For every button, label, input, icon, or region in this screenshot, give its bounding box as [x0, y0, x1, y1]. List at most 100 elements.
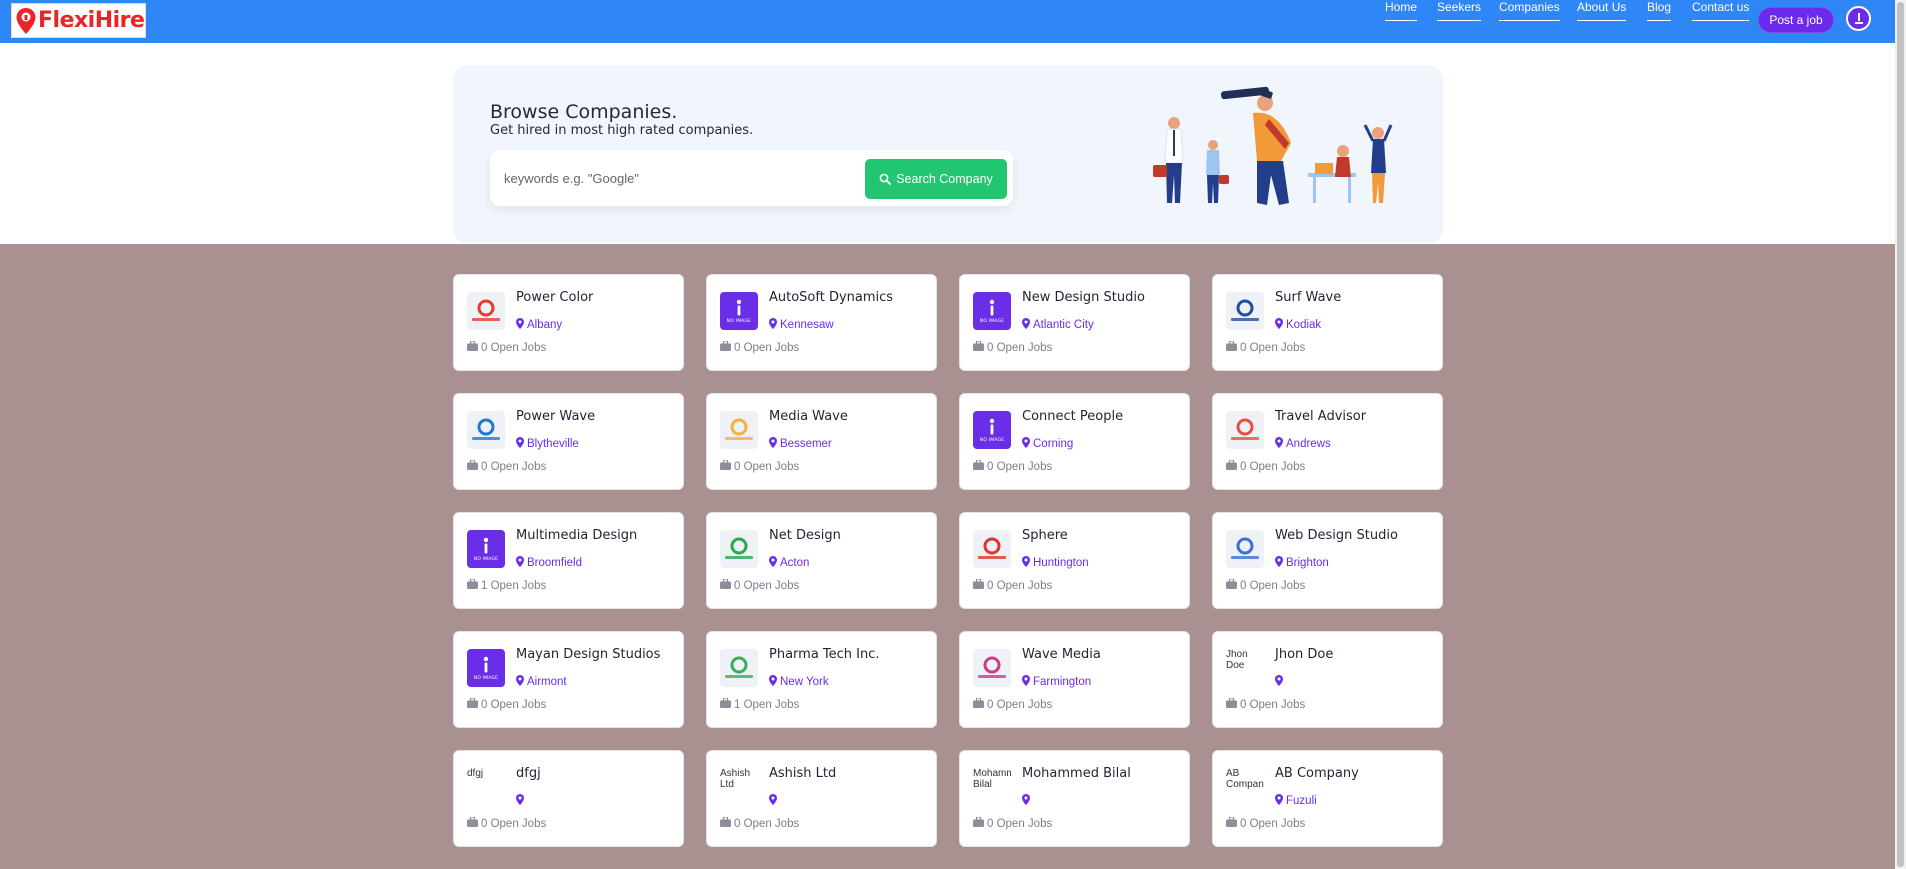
company-card[interactable]: Jhon Doe Jhon Doe 0 Open Jobs — [1212, 631, 1443, 728]
company-location: Acton — [769, 556, 809, 570]
nav-about-us[interactable]: About Us — [1577, 0, 1627, 21]
company-name[interactable]: Sphere — [1022, 528, 1068, 543]
user-icon — [1854, 12, 1863, 24]
open-jobs-count: 0 Open Jobs — [467, 816, 546, 830]
company-logo-icon — [720, 411, 758, 449]
company-name[interactable]: Power Wave — [516, 409, 595, 424]
post-a-job-button[interactable]: Post a job — [1758, 7, 1834, 33]
company-card[interactable]: NO IMAGE Mayan Design Studios Airmont 0 Ope… — [453, 631, 684, 728]
open-jobs-text: 0 Open Jobs — [734, 460, 800, 473]
company-name[interactable]: New Design Studio — [1022, 290, 1145, 305]
open-jobs-count: 0 Open Jobs — [973, 459, 1052, 473]
company-card[interactable]: dfgj dfgj 0 Open Jobs — [453, 750, 684, 847]
company-location: Kennesaw — [769, 318, 834, 332]
company-name[interactable]: Mayan Design Studios — [516, 647, 660, 662]
company-name[interactable]: Multimedia Design — [516, 528, 637, 543]
company-location-text: Brighton — [1286, 557, 1329, 569]
search-icon — [879, 173, 892, 185]
open-jobs-text: 0 Open Jobs — [481, 341, 547, 354]
open-jobs-count: 0 Open Jobs — [973, 697, 1052, 711]
company-card[interactable]: NO IMAGE Multimedia Design Broomfield 1 Ope… — [453, 512, 684, 609]
company-card[interactable]: Web Design Studio Brighton 0 Open Jobs — [1212, 512, 1443, 609]
company-card[interactable]: Power Wave Blytheville 0 Open Jobs — [453, 393, 684, 490]
briefcase-icon — [1226, 816, 1237, 830]
user-menu-button[interactable] — [1846, 6, 1871, 31]
company-name[interactable]: Power Color — [516, 290, 593, 305]
company-logo-alt-text: AB Company — [1226, 768, 1264, 790]
company-card[interactable]: Mohammed Bilal Mohammed Bilal 0 Open Jobs — [959, 750, 1190, 847]
briefcase-icon — [467, 697, 478, 711]
people-with-telescope-illustration — [1153, 86, 1393, 205]
nav-blog[interactable]: Blog — [1647, 0, 1672, 21]
company-search-input[interactable] — [504, 164, 844, 192]
company-location: Atlantic City — [1022, 318, 1094, 332]
map-marker-icon — [516, 675, 524, 689]
company-logo-icon — [720, 649, 758, 687]
briefcase-icon — [720, 697, 731, 711]
page-scrollbar-thumb[interactable] — [1897, 2, 1904, 867]
company-name[interactable]: Wave Media — [1022, 647, 1101, 662]
company-card[interactable]: Sphere Huntington 0 Open Jobs — [959, 512, 1190, 609]
map-marker-icon — [769, 318, 777, 332]
company-logo-icon — [973, 530, 1011, 568]
company-name[interactable]: Surf Wave — [1275, 290, 1341, 305]
company-location — [516, 794, 527, 808]
company-name[interactable]: Mohammed Bilal — [1022, 766, 1131, 781]
no-image-placeholder-icon: NO IMAGE — [720, 292, 758, 330]
open-jobs-text: 0 Open Jobs — [987, 817, 1053, 830]
map-marker-icon — [1275, 556, 1283, 570]
company-location — [1275, 675, 1286, 689]
broken-image-icon: AB Company — [1226, 768, 1264, 806]
company-card[interactable]: NO IMAGE New Design Studio Atlantic City 0 … — [959, 274, 1190, 371]
company-name[interactable]: Jhon Doe — [1275, 647, 1333, 662]
company-name[interactable]: Media Wave — [769, 409, 848, 424]
page-title: Browse Companies. — [490, 101, 678, 123]
company-card[interactable]: Media Wave Bessemer 0 Open Jobs — [706, 393, 937, 490]
company-name[interactable]: Net Design — [769, 528, 841, 543]
search-company-button[interactable]: Search Company — [865, 159, 1007, 199]
company-card[interactable]: Surf Wave Kodiak 0 Open Jobs — [1212, 274, 1443, 371]
company-card[interactable]: Travel Advisor Andrews 0 Open Jobs — [1212, 393, 1443, 490]
open-jobs-text: 0 Open Jobs — [1240, 460, 1306, 473]
briefcase-icon — [973, 816, 984, 830]
company-name[interactable]: Connect People — [1022, 409, 1123, 424]
company-location-text: Atlantic City — [1033, 319, 1094, 331]
company-card[interactable]: Net Design Acton 0 Open Jobs — [706, 512, 937, 609]
map-marker-icon — [1275, 794, 1283, 808]
map-marker-icon — [769, 556, 777, 570]
company-card[interactable]: Pharma Tech Inc. New York 1 Open Jobs — [706, 631, 937, 728]
open-jobs-text: 0 Open Jobs — [1240, 341, 1306, 354]
briefcase-icon — [720, 340, 731, 354]
company-location-text: Bessemer — [780, 438, 832, 450]
nav-home[interactable]: Home — [1385, 0, 1418, 21]
company-card[interactable]: NO IMAGE Connect People Corning 0 Open Jobs — [959, 393, 1190, 490]
nav-seekers[interactable]: Seekers — [1437, 0, 1482, 21]
company-name[interactable]: Travel Advisor — [1275, 409, 1366, 424]
company-name[interactable]: AB Company — [1275, 766, 1359, 781]
open-jobs-text: 0 Open Jobs — [734, 817, 800, 830]
nav-contact-us[interactable]: Contact us — [1692, 0, 1750, 21]
open-jobs-count: 0 Open Jobs — [720, 578, 799, 592]
company-name[interactable]: AutoSoft Dynamics — [769, 290, 893, 305]
company-location: New York — [769, 675, 829, 689]
company-name[interactable]: dfgj — [516, 766, 541, 781]
company-logo-alt-text: Ashish Ltd — [720, 768, 751, 790]
company-name[interactable]: Web Design Studio — [1275, 528, 1398, 543]
company-location-text: Airmont — [527, 676, 567, 688]
top-navbar: FlexiHire Home Seekers Companies About U… — [0, 0, 1895, 43]
map-marker-icon — [1275, 437, 1283, 451]
nav-companies[interactable]: Companies — [1499, 0, 1560, 21]
company-card[interactable]: Power Color Albany 0 Open Jobs — [453, 274, 684, 371]
no-image-placeholder-icon: NO IMAGE — [973, 411, 1011, 449]
map-marker-icon — [516, 437, 524, 451]
flexihire-logo[interactable]: FlexiHire — [11, 3, 146, 38]
company-card[interactable]: NO IMAGE AutoSoft Dynamics Kennesaw 0 Open … — [706, 274, 937, 371]
company-location: Andrews — [1275, 437, 1331, 451]
company-name[interactable]: Ashish Ltd — [769, 766, 836, 781]
company-location-text: Farmington — [1033, 676, 1092, 688]
open-jobs-count: 0 Open Jobs — [720, 816, 800, 830]
company-name[interactable]: Pharma Tech Inc. — [769, 647, 880, 662]
company-card[interactable]: Wave Media Farmington 0 Open Jobs — [959, 631, 1190, 728]
company-card[interactable]: Ashish Ltd Ashish Ltd 0 Open Jobs — [706, 750, 937, 847]
company-card[interactable]: AB Company AB Company Fuzuli 0 Open Jobs — [1212, 750, 1443, 847]
